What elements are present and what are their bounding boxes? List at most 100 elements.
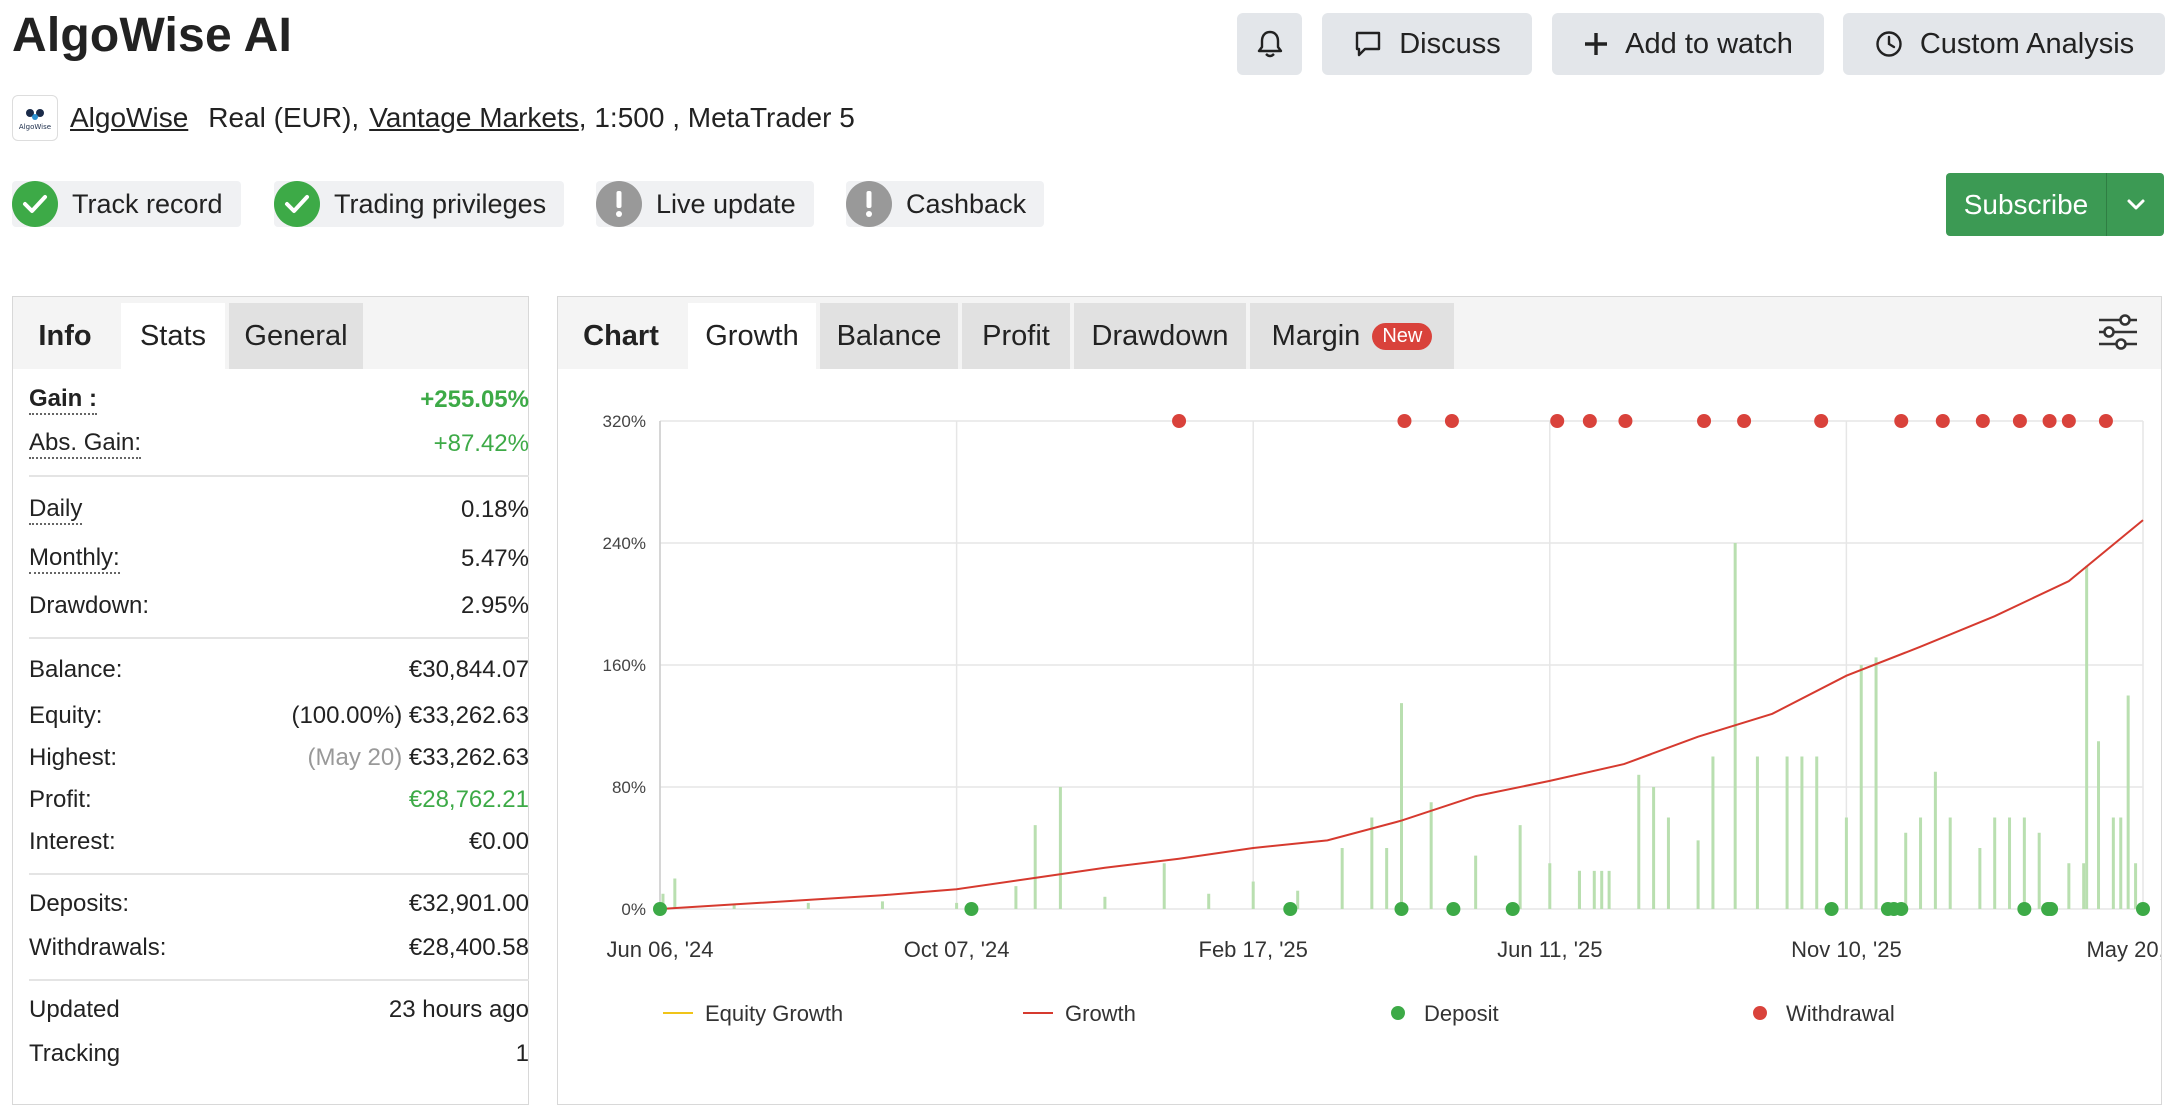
discuss-label: Discuss (1399, 27, 1501, 60)
badge-trading-privileges: Trading privileges (274, 181, 565, 227)
withdrawal-marker[interactable] (2061, 414, 2076, 428)
stat-abs-gain: Abs. Gain: +87.42% (29, 429, 529, 459)
profit-bar (1400, 703, 1403, 909)
stat-daily: Daily 0.18% (29, 495, 529, 525)
withdrawal-marker[interactable] (2042, 414, 2057, 428)
legend-item[interactable]: Growth (1065, 1001, 1136, 1026)
x-tick-label: Feb 17, '25 (1199, 937, 1308, 962)
exclamation-icon (596, 181, 642, 227)
withdrawal-marker[interactable] (1935, 414, 1950, 428)
profit-bar (1058, 787, 1062, 909)
legend-item[interactable]: Deposit (1424, 1001, 1499, 1026)
account-type: Real (EUR), (208, 102, 360, 133)
x-tick-label: Jun 11, '25 (1497, 937, 1602, 962)
notify-button[interactable] (1237, 13, 1302, 75)
y-tick-label: 160% (603, 656, 646, 675)
stat-deposits: Deposits: €32,901.00 (29, 890, 529, 917)
tab-margin[interactable]: Margin New (1250, 303, 1454, 369)
withdrawal-marker[interactable] (2012, 414, 2027, 428)
tab-drawdown[interactable]: Drawdown (1074, 303, 1246, 369)
tab-growth[interactable]: Growth (688, 303, 816, 369)
profit-bar (1696, 840, 1700, 909)
profit-bar (1385, 848, 1389, 909)
tab-info[interactable]: Info (13, 303, 117, 369)
deposit-marker[interactable] (1283, 902, 1298, 916)
profit-bar (2097, 741, 2101, 909)
profit-bar (1666, 817, 1670, 909)
badge-label: Trading privileges (334, 188, 547, 219)
stat-balance: Balance: €30,844.07 (29, 656, 529, 683)
withdrawal-marker[interactable] (1737, 414, 1752, 428)
tab-chart[interactable]: Chart (558, 303, 684, 369)
exclamation-icon (846, 181, 892, 227)
subscribe-dropdown[interactable] (2107, 198, 2164, 212)
profit-bar (2126, 695, 2130, 909)
tab-stats[interactable]: Stats (121, 303, 225, 369)
plus-icon (1585, 33, 1608, 55)
withdrawal-marker[interactable] (1172, 414, 1187, 428)
owner-link[interactable]: AlgoWise (70, 102, 188, 134)
profit-bar (1993, 817, 1997, 909)
chevron-down-icon (2127, 199, 2144, 209)
profit-bar (1600, 870, 1604, 909)
withdrawal-marker[interactable] (1550, 414, 1565, 428)
profit-bar (806, 902, 810, 909)
legend-item[interactable]: Withdrawal (1786, 1001, 1895, 1026)
profit-bar (1978, 848, 1982, 909)
broker-link[interactable]: Vantage Markets (369, 102, 579, 134)
badge-live-update: Live update (596, 181, 814, 227)
withdrawal-marker[interactable] (1975, 414, 1990, 428)
legend-item[interactable]: Equity Growth (705, 1001, 843, 1026)
deposit-marker[interactable] (1505, 902, 1520, 916)
profit-bar (2008, 817, 2012, 909)
check-icon (12, 181, 58, 227)
withdrawal-marker[interactable] (1397, 414, 1412, 428)
x-tick-label: May 20, '26 (2086, 937, 2161, 962)
withdrawal-marker[interactable] (1894, 414, 1909, 428)
tab-balance[interactable]: Balance (820, 303, 958, 369)
leverage-platform: , 1:500 , MetaTrader 5 (578, 102, 855, 133)
x-tick-label: Oct 07, '24 (904, 937, 1010, 962)
profit-bar (1103, 896, 1107, 909)
profit-bar (1711, 756, 1715, 909)
profit-bar (1755, 756, 1759, 909)
stat-equity: Equity: (100.00%) €33,262.63 (29, 702, 529, 729)
withdrawal-marker[interactable] (1814, 414, 1829, 428)
bell-icon (1257, 30, 1282, 58)
withdrawal-marker[interactable] (2098, 414, 2113, 428)
deposit-marker[interactable] (1894, 902, 1909, 916)
discuss-button[interactable]: Discuss (1322, 13, 1532, 75)
account-meta: AlgoWise AlgoWise Real (EUR), Vantage Ma… (12, 95, 855, 141)
withdrawal-marker[interactable] (1444, 414, 1459, 428)
profit-bar (1859, 665, 1863, 909)
deposit-marker[interactable] (2044, 902, 2059, 916)
stats-list: Gain : +255.05% Abs. Gain: +87.42% Daily… (29, 379, 529, 1075)
subscribe-button[interactable]: Subscribe (1946, 173, 2164, 236)
deposit-marker[interactable] (1824, 902, 1839, 916)
deposit-marker[interactable] (2017, 902, 2032, 916)
deposit-marker[interactable] (1446, 902, 1461, 916)
withdrawal-marker[interactable] (1582, 414, 1597, 428)
profit-bar (1518, 825, 1522, 909)
deposit-marker[interactable] (964, 902, 979, 916)
custom-analysis-button[interactable]: Custom Analysis (1843, 13, 2165, 75)
withdrawal-marker[interactable] (1697, 414, 1712, 428)
growth-chart[interactable]: 320% 240% 160% 80% 0% Jun 06, '24 Oct 07, '24… (558, 369, 2161, 1104)
sliders-icon[interactable] (2097, 313, 2139, 356)
y-tick-label: 240% (603, 534, 646, 553)
profit-bar (1933, 771, 1937, 909)
stats-tabs: Info Stats General (13, 297, 528, 369)
badge-label: Cashback (906, 188, 1027, 219)
profit-bar (1548, 863, 1552, 909)
deposit-marker[interactable] (2136, 902, 2150, 916)
page-title: AlgoWise AI (12, 9, 293, 62)
withdrawal-marker[interactable] (1618, 414, 1633, 428)
deposit-marker[interactable] (1394, 902, 1409, 916)
tab-profit[interactable]: Profit (962, 303, 1070, 369)
tab-general[interactable]: General (229, 303, 363, 369)
profit-bar (1207, 893, 1211, 909)
deposit-marker[interactable] (653, 902, 667, 916)
profit-bar (2082, 863, 2086, 909)
chart-panel: Chart Growth Balance Profit Drawdown Mar… (557, 296, 2162, 1105)
add-to-watch-button[interactable]: Add to watch (1552, 13, 1824, 75)
